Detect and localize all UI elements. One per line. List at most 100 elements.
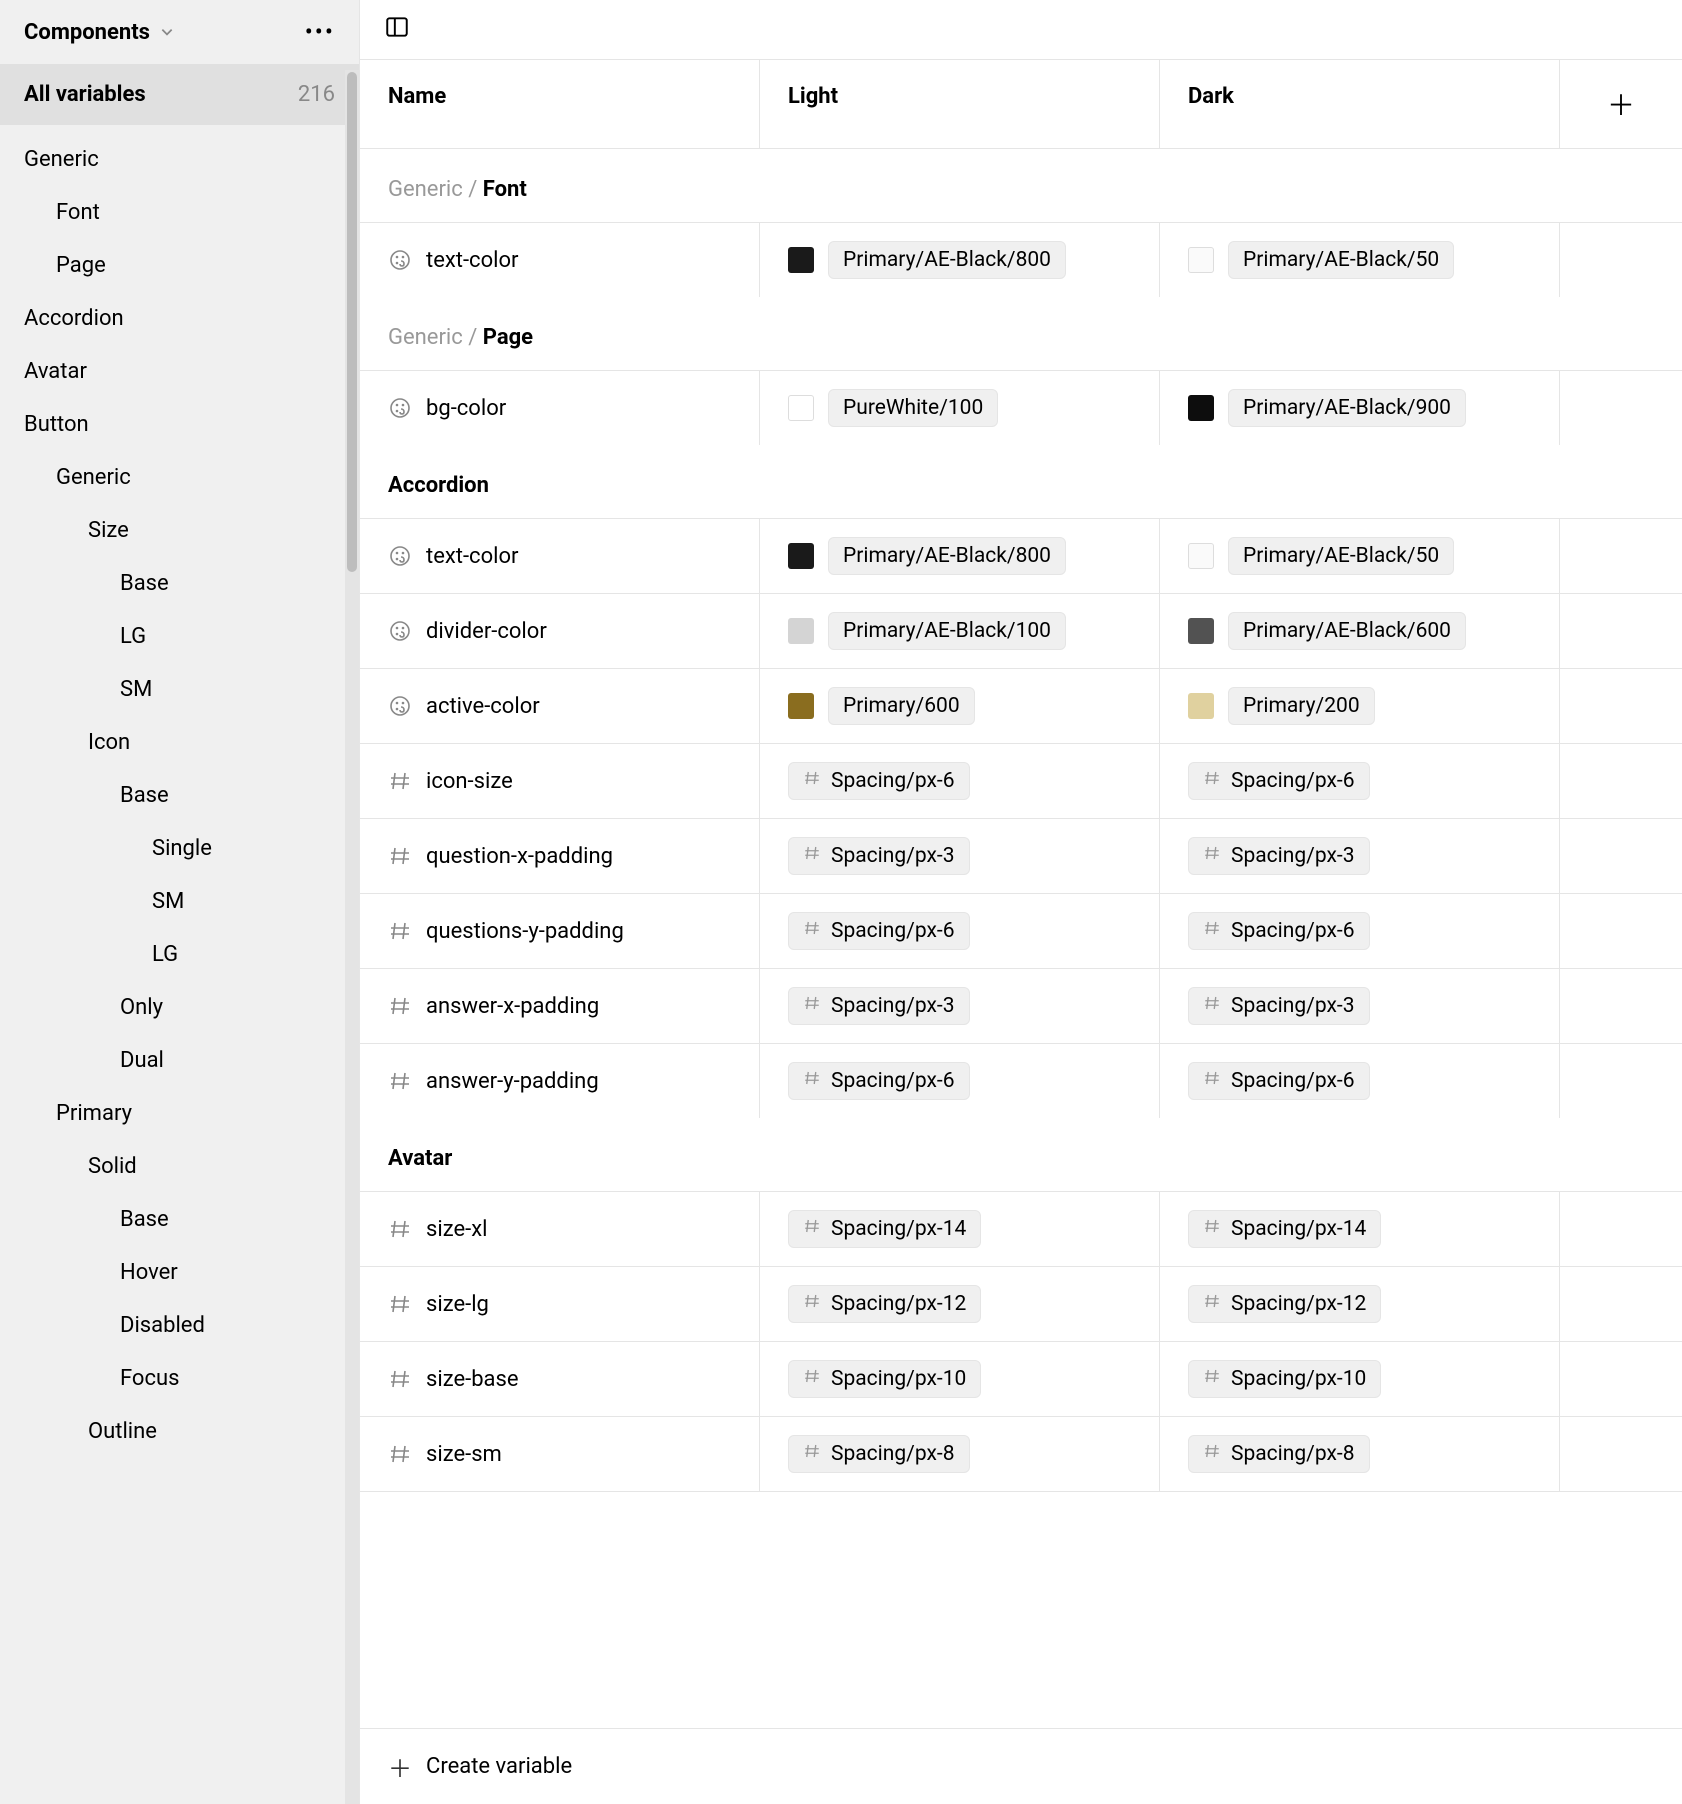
- nav-item[interactable]: SM: [0, 663, 359, 716]
- value-pill[interactable]: Primary/AE-Black/100: [828, 612, 1066, 650]
- value-pill[interactable]: Primary/AE-Black/900: [1228, 389, 1466, 427]
- table-row[interactable]: size-sm Spacing/px-8 Spacing/px-8: [360, 1416, 1682, 1492]
- nav-item[interactable]: Disabled: [0, 1299, 359, 1352]
- nav-item[interactable]: Button: [0, 398, 359, 451]
- more-icon[interactable]: •••: [305, 18, 335, 46]
- nav-item[interactable]: Avatar: [0, 345, 359, 398]
- cell-name[interactable]: size-sm: [360, 1417, 760, 1491]
- table-row[interactable]: bg-colorPureWhite/100 Primary/AE-Black/90…: [360, 370, 1682, 445]
- cell-name[interactable]: size-xl: [360, 1192, 760, 1266]
- cell-name[interactable]: active-color: [360, 669, 760, 743]
- table-row[interactable]: text-color Primary/AE-Black/800 Primary/AE…: [360, 518, 1682, 593]
- nav-item[interactable]: Focus: [0, 1352, 359, 1405]
- value-pill[interactable]: Spacing/px-8: [788, 1435, 970, 1473]
- cell-light[interactable]: Primary/600: [760, 669, 1160, 743]
- th-dark[interactable]: Dark: [1160, 60, 1560, 148]
- th-light[interactable]: Light: [760, 60, 1160, 148]
- table-row[interactable]: answer-x-padding Spacing/px-3 Spacing/px-3: [360, 968, 1682, 1043]
- panel-toggle-icon[interactable]: [384, 14, 410, 40]
- table-row[interactable]: answer-y-padding Spacing/px-6 Spacing/px-6: [360, 1043, 1682, 1118]
- value-pill[interactable]: Primary/AE-Black/50: [1228, 241, 1454, 279]
- value-pill[interactable]: Spacing/px-6: [1188, 762, 1370, 800]
- cell-name[interactable]: text-color: [360, 519, 760, 593]
- value-pill[interactable]: Spacing/px-6: [788, 912, 970, 950]
- cell-light[interactable]: Spacing/px-3: [760, 969, 1160, 1043]
- cell-dark[interactable]: Spacing/px-3: [1160, 819, 1560, 893]
- th-name[interactable]: Name: [360, 60, 760, 148]
- nav-item[interactable]: Single: [0, 822, 359, 875]
- cell-name[interactable]: answer-y-padding: [360, 1044, 760, 1118]
- cell-dark[interactable]: Spacing/px-8: [1160, 1417, 1560, 1491]
- cell-light[interactable]: Spacing/px-6: [760, 744, 1160, 818]
- cell-light[interactable]: Spacing/px-6: [760, 1044, 1160, 1118]
- cell-name[interactable]: bg-color: [360, 371, 760, 445]
- table-row[interactable]: divider-color Primary/AE-Black/100 Primary…: [360, 593, 1682, 668]
- nav-item[interactable]: Only: [0, 981, 359, 1034]
- value-pill[interactable]: Spacing/px-10: [788, 1360, 981, 1398]
- cell-name[interactable]: question-x-padding: [360, 819, 760, 893]
- cell-name[interactable]: icon-size: [360, 744, 760, 818]
- create-variable-button[interactable]: Create variable: [426, 1754, 572, 1779]
- nav-item[interactable]: Icon: [0, 716, 359, 769]
- cell-light[interactable]: Spacing/px-3: [760, 819, 1160, 893]
- collection-selector[interactable]: Components: [24, 20, 174, 45]
- value-pill[interactable]: Spacing/px-6: [788, 762, 970, 800]
- value-pill[interactable]: Spacing/px-3: [788, 987, 970, 1025]
- nav-item[interactable]: Base: [0, 557, 359, 610]
- value-pill[interactable]: Spacing/px-3: [788, 837, 970, 875]
- value-pill[interactable]: Spacing/px-8: [1188, 1435, 1370, 1473]
- value-pill[interactable]: Spacing/px-3: [1188, 987, 1370, 1025]
- table-row[interactable]: text-colorPrimary/AE-Black/800 Primary/AE…: [360, 222, 1682, 297]
- cell-name[interactable]: size-base: [360, 1342, 760, 1416]
- value-pill[interactable]: Primary/200: [1228, 687, 1375, 725]
- nav-item[interactable]: Generic: [0, 451, 359, 504]
- sidebar-scrollbar[interactable]: [345, 70, 359, 1804]
- cell-light[interactable]: Spacing/px-10: [760, 1342, 1160, 1416]
- cell-name[interactable]: text-color: [360, 223, 760, 297]
- nav-item[interactable]: Primary: [0, 1087, 359, 1140]
- cell-dark[interactable]: Primary/AE-Black/50: [1160, 519, 1560, 593]
- cell-light[interactable]: Primary/AE-Black/100: [760, 594, 1160, 668]
- cell-dark[interactable]: Spacing/px-6: [1160, 1044, 1560, 1118]
- cell-dark[interactable]: Primary/AE-Black/900: [1160, 371, 1560, 445]
- th-add-column[interactable]: ＋: [1560, 60, 1682, 148]
- cell-name[interactable]: answer-x-padding: [360, 969, 760, 1043]
- table-row[interactable]: question-x-padding Spacing/px-3 Spacing/px…: [360, 818, 1682, 893]
- value-pill[interactable]: Spacing/px-12: [788, 1285, 981, 1323]
- cell-dark[interactable]: Primary/AE-Black/50: [1160, 223, 1560, 297]
- value-pill[interactable]: Spacing/px-6: [788, 1062, 970, 1100]
- cell-light[interactable]: PureWhite/100: [760, 371, 1160, 445]
- all-variables-item[interactable]: All variables 216: [0, 64, 359, 125]
- value-pill[interactable]: Primary/AE-Black/800: [828, 537, 1066, 575]
- table-row[interactable]: questions-y-padding Spacing/px-6 Spacing/p…: [360, 893, 1682, 968]
- nav-item[interactable]: Outline: [0, 1405, 359, 1458]
- value-pill[interactable]: Spacing/px-3: [1188, 837, 1370, 875]
- table-row[interactable]: icon-size Spacing/px-6 Spacing/px-6: [360, 743, 1682, 818]
- cell-light[interactable]: Primary/AE-Black/800: [760, 223, 1160, 297]
- cell-light[interactable]: Spacing/px-8: [760, 1417, 1160, 1491]
- cell-dark[interactable]: Spacing/px-6: [1160, 894, 1560, 968]
- cell-name[interactable]: questions-y-padding: [360, 894, 760, 968]
- nav-item[interactable]: Base: [0, 769, 359, 822]
- nav-item[interactable]: Font: [0, 186, 359, 239]
- nav-item[interactable]: Size: [0, 504, 359, 557]
- value-pill[interactable]: Spacing/px-12: [1188, 1285, 1381, 1323]
- table-row[interactable]: active-color Primary/600 Primary/200: [360, 668, 1682, 743]
- cell-dark[interactable]: Primary/AE-Black/600: [1160, 594, 1560, 668]
- value-pill[interactable]: Spacing/px-14: [1188, 1210, 1381, 1248]
- value-pill[interactable]: Primary/600: [828, 687, 975, 725]
- value-pill[interactable]: Spacing/px-10: [1188, 1360, 1381, 1398]
- sidebar-scroll-thumb[interactable]: [347, 72, 357, 572]
- cell-name[interactable]: divider-color: [360, 594, 760, 668]
- nav-item[interactable]: Hover: [0, 1246, 359, 1299]
- cell-light[interactable]: Spacing/px-6: [760, 894, 1160, 968]
- table-row[interactable]: size-lgSpacing/px-12Spacing/px-12: [360, 1266, 1682, 1341]
- cell-dark[interactable]: Primary/200: [1160, 669, 1560, 743]
- cell-dark[interactable]: Spacing/px-6: [1160, 744, 1560, 818]
- cell-dark[interactable]: Spacing/px-10: [1160, 1342, 1560, 1416]
- value-pill[interactable]: Primary/AE-Black/50: [1228, 537, 1454, 575]
- nav-item[interactable]: Generic: [0, 133, 359, 186]
- nav-item[interactable]: Solid: [0, 1140, 359, 1193]
- cell-light[interactable]: Spacing/px-14: [760, 1192, 1160, 1266]
- cell-light[interactable]: Spacing/px-12: [760, 1267, 1160, 1341]
